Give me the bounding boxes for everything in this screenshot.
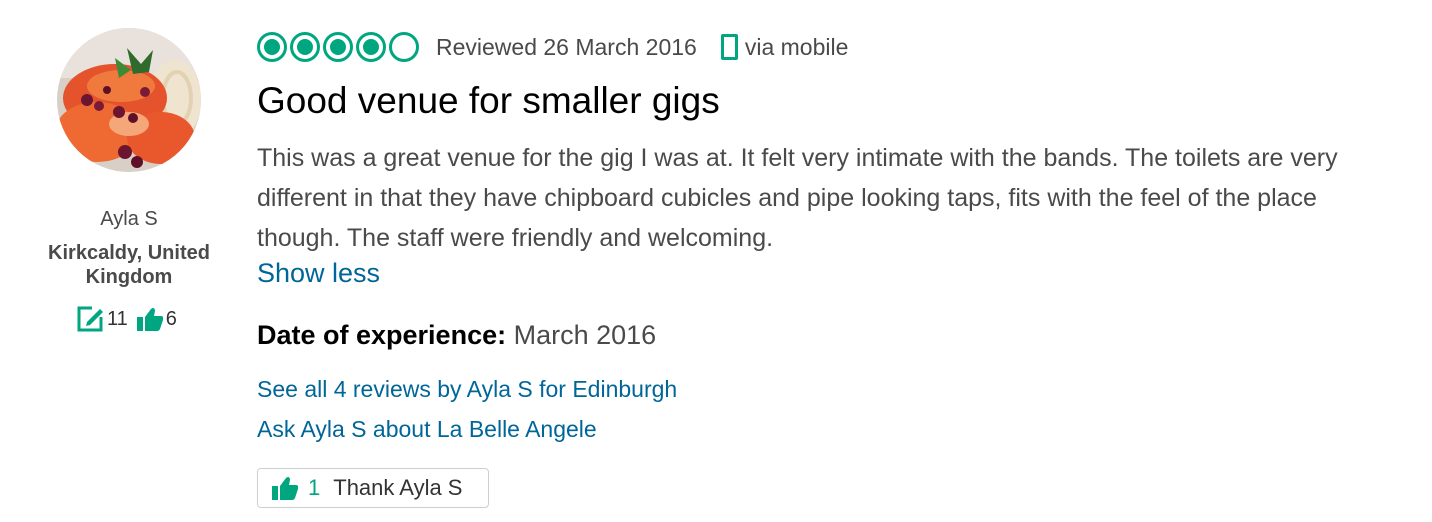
experience-label: Date of experience:	[257, 320, 507, 350]
rating-bubble-filled	[323, 32, 353, 62]
show-less-link[interactable]: Show less	[257, 258, 380, 289]
member-info: Ayla S Kirkcaldy, United Kingdom 11 6	[0, 0, 258, 522]
reviews-count-stat: 11	[76, 305, 128, 333]
thank-button[interactable]: 1 Thank Ayla S	[257, 468, 489, 508]
bubble-rating	[257, 32, 419, 62]
date-of-experience: Date of experience: March 2016	[257, 320, 656, 351]
see-all-reviews-link[interactable]: See all 4 reviews by Ayla S for Edinburg…	[257, 376, 677, 403]
member-stats: 11 6	[76, 305, 177, 333]
rating-bubble-filled	[290, 32, 320, 62]
review-body: This was a great venue for the gig I was…	[257, 144, 1338, 252]
avatar-photo-icon	[57, 28, 201, 172]
thumbs-up-icon	[136, 307, 163, 331]
ask-member-link[interactable]: Ask Ayla S about La Belle Angele	[257, 416, 597, 443]
thank-label: Thank Ayla S	[333, 475, 463, 500]
rating-row: Reviewed 26 March 2016 via mobile	[257, 31, 848, 63]
mobile-phone-icon	[720, 34, 738, 60]
review-date: Reviewed 26 March 2016	[436, 33, 697, 60]
rating-bubble-filled	[356, 32, 386, 62]
thank-count: 1	[308, 475, 321, 500]
pencil-square-icon	[77, 306, 103, 332]
reviews-count: 11	[107, 307, 128, 330]
rating-bubble-empty	[389, 32, 419, 62]
review-title[interactable]: Good venue for smaller gigs	[257, 80, 720, 122]
review-card: Ayla S Kirkcaldy, United Kingdom 11 6 Re…	[0, 0, 1432, 522]
rating-bubble-filled	[257, 32, 287, 62]
thumbs-up-icon	[272, 476, 298, 500]
experience-value: March 2016	[513, 320, 657, 350]
avatar[interactable]	[57, 28, 201, 172]
member-location: Kirkcaldy, United Kingdom	[48, 242, 210, 288]
helpful-votes: 6	[165, 307, 177, 330]
via-mobile-label: via mobile	[744, 33, 849, 60]
helpful-votes-stat: 6	[136, 307, 177, 331]
member-name[interactable]: Ayla S	[0, 208, 258, 231]
